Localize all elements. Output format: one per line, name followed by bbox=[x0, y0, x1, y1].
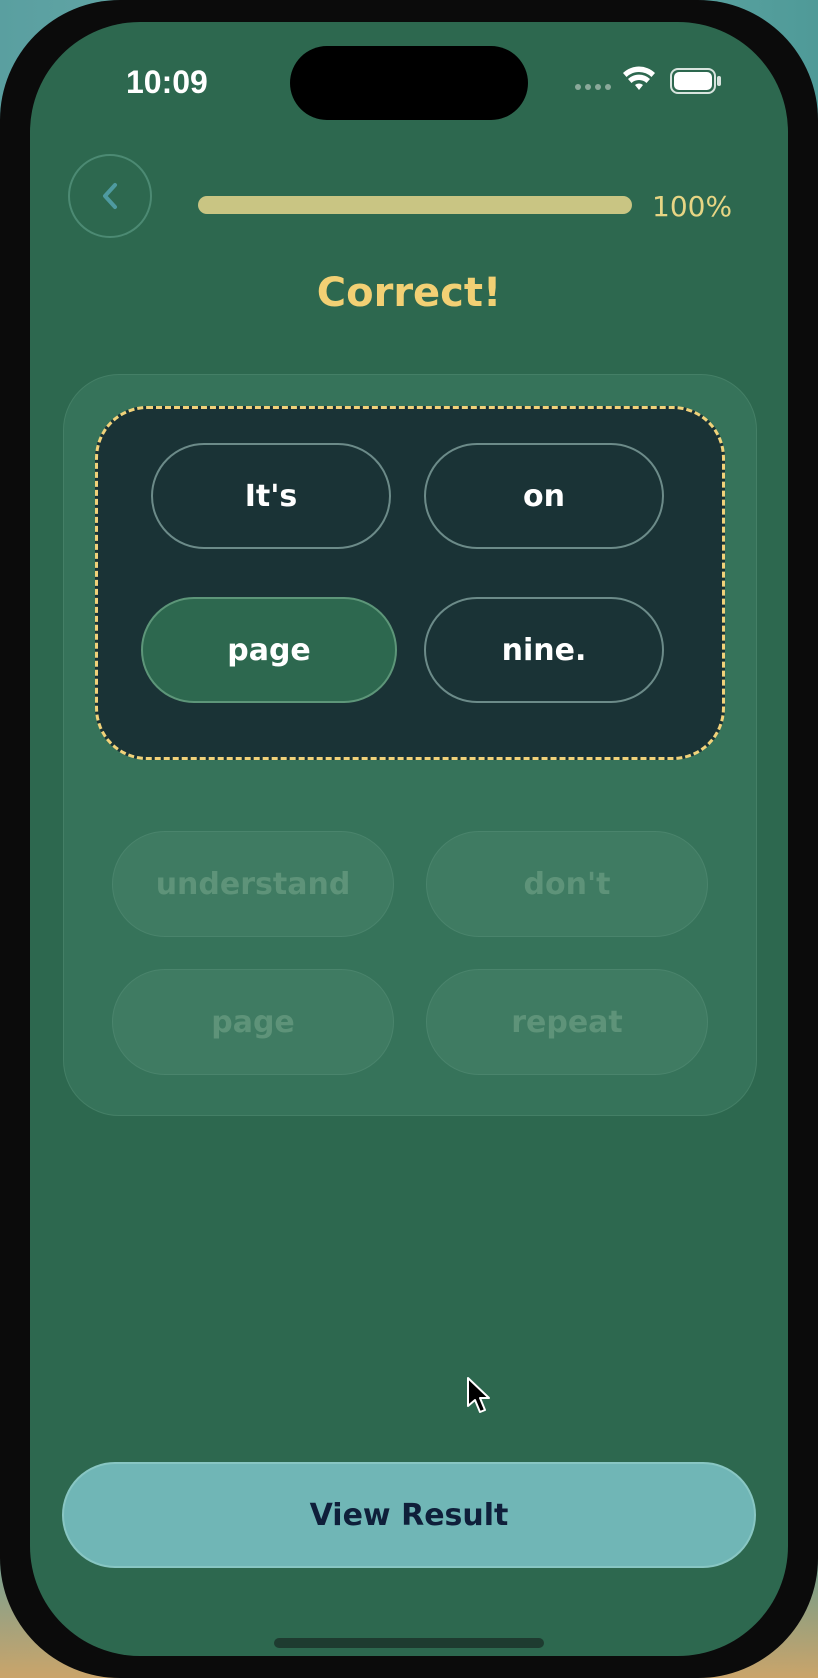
progress-bar bbox=[198, 196, 632, 214]
home-indicator[interactable] bbox=[274, 1638, 544, 1648]
answer-word-2[interactable]: on bbox=[424, 443, 664, 549]
bank-word-2[interactable]: don't bbox=[426, 831, 708, 937]
answer-word-1[interactable]: It's bbox=[151, 443, 391, 549]
bank-word-4[interactable]: repeat bbox=[426, 969, 708, 1075]
bank-word-1[interactable]: understand bbox=[112, 831, 394, 937]
answer-word-4[interactable]: nine. bbox=[424, 597, 664, 703]
result-title: Correct! bbox=[316, 270, 502, 316]
battery-icon bbox=[670, 68, 721, 94]
exercise-card: It's on page nine. understand don't page… bbox=[63, 374, 757, 1116]
answer-drop-zone[interactable]: It's on page nine. bbox=[95, 406, 725, 760]
cellular-signal-icon bbox=[575, 84, 613, 92]
progress-label: 100% bbox=[652, 190, 733, 223]
status-time: 10:09 bbox=[126, 64, 208, 100]
progress-fill bbox=[198, 196, 632, 214]
dynamic-island bbox=[290, 46, 528, 120]
chevron-left-icon bbox=[103, 183, 117, 209]
view-result-button[interactable]: View Result bbox=[62, 1462, 756, 1568]
answer-word-3[interactable]: page bbox=[141, 597, 397, 703]
bank-word-3[interactable]: page bbox=[112, 969, 394, 1075]
mouse-cursor-icon bbox=[467, 1377, 490, 1413]
back-button[interactable] bbox=[68, 154, 152, 238]
wifi-icon bbox=[623, 66, 655, 90]
app-screen: 10:09 100% Correct! It's on page nine. u… bbox=[30, 22, 788, 1656]
phone-frame: 10:09 100% Correct! It's on page nine. u… bbox=[0, 0, 818, 1678]
